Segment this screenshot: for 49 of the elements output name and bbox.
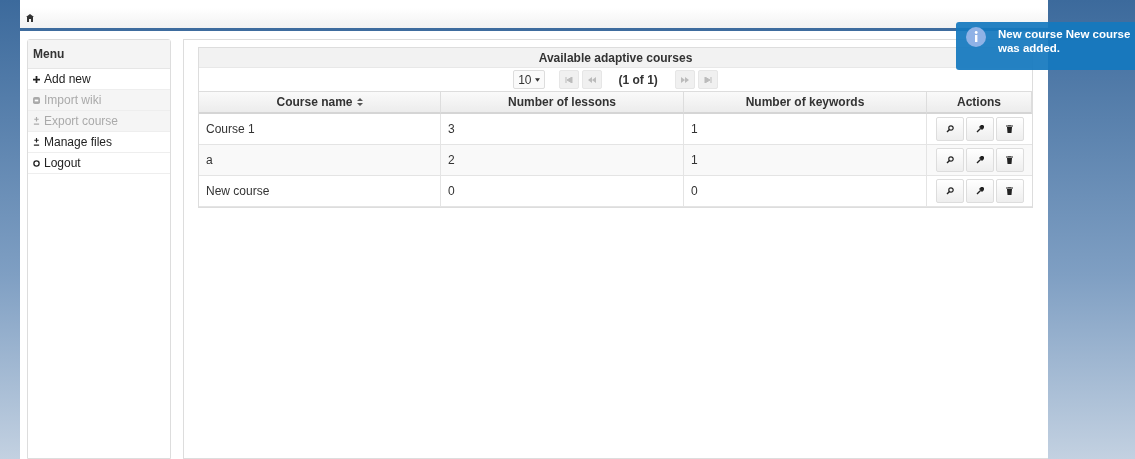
trash-icon — [1006, 187, 1013, 195]
notification-message: New course New course was added. — [998, 27, 1132, 56]
plus-minus-icon — [33, 138, 40, 146]
wrench-icon — [975, 125, 984, 133]
table-cell: Course 1 — [199, 114, 441, 145]
table-title: Available adaptive courses — [537, 51, 694, 65]
first-page-icon — [564, 76, 573, 83]
page-size-select[interactable]: 10 — [513, 70, 545, 89]
search-button[interactable] — [935, 117, 964, 141]
table-cell: 1 — [684, 114, 927, 145]
column-header: Number of lessons — [441, 91, 684, 114]
search-button[interactable] — [935, 148, 964, 172]
page-info: (1 of 1) — [618, 72, 658, 87]
edit-button[interactable] — [965, 179, 994, 203]
delete-button[interactable] — [995, 148, 1024, 172]
wrench-icon — [975, 187, 984, 195]
delete-button[interactable] — [995, 179, 1024, 203]
column-header: Actions — [927, 91, 1032, 114]
disk-icon — [33, 96, 40, 104]
fast-forward-icon — [680, 76, 689, 83]
column-header: Number of keywords — [684, 91, 927, 114]
search-icon — [945, 187, 954, 195]
rewind-icon — [587, 76, 596, 83]
table-cell: 1 — [684, 145, 927, 176]
table-cell: New course — [199, 176, 441, 207]
delete-button[interactable] — [995, 117, 1024, 141]
caret-icon — [534, 77, 540, 82]
table-cell: 0 — [441, 176, 684, 207]
last-page-icon — [703, 76, 712, 83]
search-icon — [945, 156, 954, 164]
home-icon[interactable] — [26, 14, 34, 22]
table-cell: 2 — [441, 145, 684, 176]
plus-minus-icon — [33, 117, 40, 125]
table-cell: 3 — [441, 114, 684, 145]
circle-icon — [33, 159, 40, 167]
info-icon — [966, 27, 986, 47]
edit-button[interactable] — [965, 148, 994, 172]
trash-icon — [1006, 156, 1013, 164]
wrench-icon — [975, 156, 984, 164]
search-button[interactable] — [935, 179, 964, 203]
search-icon — [945, 125, 954, 133]
menu-title: Menu — [28, 40, 170, 69]
table-cell: a — [199, 145, 441, 176]
column-header[interactable]: Course name — [199, 91, 441, 114]
table-cell: 0 — [684, 176, 927, 207]
edit-button[interactable] — [965, 117, 994, 141]
plus-icon — [33, 75, 40, 83]
trash-icon — [1006, 125, 1013, 133]
sort-icon — [356, 98, 363, 106]
